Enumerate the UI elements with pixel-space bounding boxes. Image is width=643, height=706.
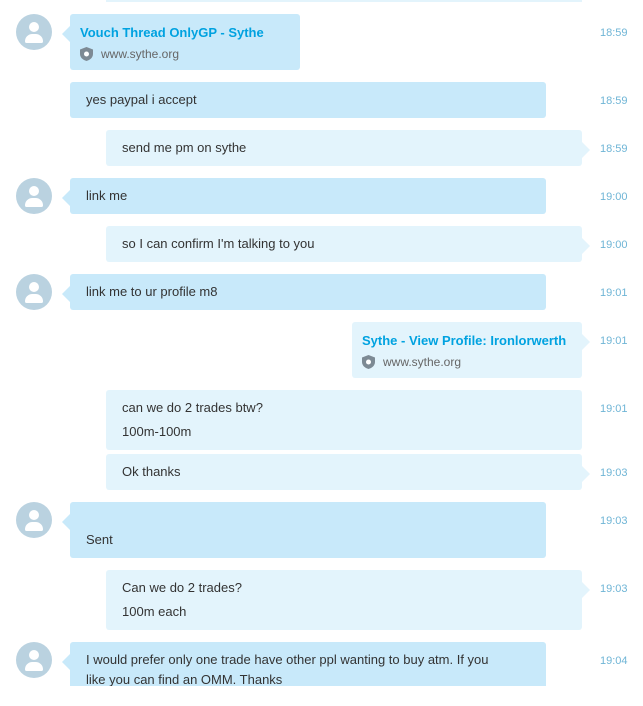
incoming-message[interactable]: link me xyxy=(62,178,546,214)
message-timestamp: 19:01 xyxy=(600,335,628,347)
link-site: www.sythe.org xyxy=(362,353,461,371)
shield-icon xyxy=(362,355,375,369)
contact-avatar[interactable] xyxy=(16,502,52,538)
contact-avatar[interactable] xyxy=(16,178,52,214)
contact-avatar[interactable] xyxy=(16,14,52,50)
message-timestamp: 19:04 xyxy=(600,655,628,667)
message-timestamp: 19:01 xyxy=(600,403,628,415)
outgoing-message[interactable]: so I can confirm I'm talking to you xyxy=(106,226,590,262)
chat-history[interactable]: Vouch Thread OnlyGP - Sythe www.sythe.or… xyxy=(0,0,643,686)
message-timestamp: 19:03 xyxy=(600,583,628,595)
message-text-line: I would prefer only one trade have other… xyxy=(86,652,489,667)
message-text-line: 100m each xyxy=(122,604,187,619)
incoming-message[interactable]: I would prefer only one trade have other… xyxy=(62,642,546,686)
message-text: send me pm on sythe xyxy=(122,140,247,155)
link-domain: www.sythe.org xyxy=(101,47,180,61)
link-title[interactable]: Sythe - View Profile: Ironlorwerth xyxy=(362,332,566,350)
message-text: yes paypal i accept xyxy=(86,92,197,107)
message-text: link me xyxy=(86,188,128,203)
message-text-line: 100m-100m xyxy=(122,424,192,439)
message-text: link me to ur profile m8 xyxy=(86,284,218,299)
link-domain: www.sythe.org xyxy=(383,355,462,369)
message-text: Sent xyxy=(86,532,113,547)
outgoing-message[interactable]: Can we do 2 trades? 100m each xyxy=(106,570,590,630)
message-timestamp: 19:00 xyxy=(600,239,628,251)
message-timestamp: 18:59 xyxy=(600,143,628,155)
message-timestamp: 19:03 xyxy=(600,467,628,479)
message-timestamp: 18:59 xyxy=(600,27,628,39)
message-timestamp: 19:00 xyxy=(600,191,628,203)
outgoing-message[interactable]: send me pm on sythe xyxy=(106,130,590,166)
message-text-line: Can we do 2 trades? xyxy=(122,580,242,595)
message-timestamp: 19:01 xyxy=(600,287,628,299)
shield-icon xyxy=(80,47,93,61)
outgoing-message[interactable]: Ok thanks xyxy=(106,454,590,490)
link-preview-message[interactable]: Sythe - View Profile: Ironlorwerth www.s… xyxy=(352,322,590,378)
previous-message-edge xyxy=(106,0,582,2)
message-timestamp: 19:03 xyxy=(600,515,628,527)
message-text: so I can confirm I'm talking to you xyxy=(122,236,315,251)
incoming-message[interactable]: yes paypal i accept xyxy=(70,82,546,118)
link-preview-message[interactable]: Vouch Thread OnlyGP - Sythe www.sythe.or… xyxy=(62,14,300,70)
message-text-line: like you can find an OMM. Thanks xyxy=(86,672,283,686)
link-title[interactable]: Vouch Thread OnlyGP - Sythe xyxy=(80,24,264,42)
incoming-message[interactable]: Sent xyxy=(62,502,546,558)
link-site: www.sythe.org xyxy=(80,45,179,63)
outgoing-message[interactable]: can we do 2 trades btw? 100m-100m xyxy=(106,390,582,450)
contact-avatar[interactable] xyxy=(16,642,52,678)
message-text: Ok thanks xyxy=(122,464,181,479)
incoming-message[interactable]: link me to ur profile m8 xyxy=(62,274,546,310)
message-text-line: can we do 2 trades btw? xyxy=(122,400,263,415)
message-timestamp: 18:59 xyxy=(600,95,628,107)
contact-avatar[interactable] xyxy=(16,274,52,310)
